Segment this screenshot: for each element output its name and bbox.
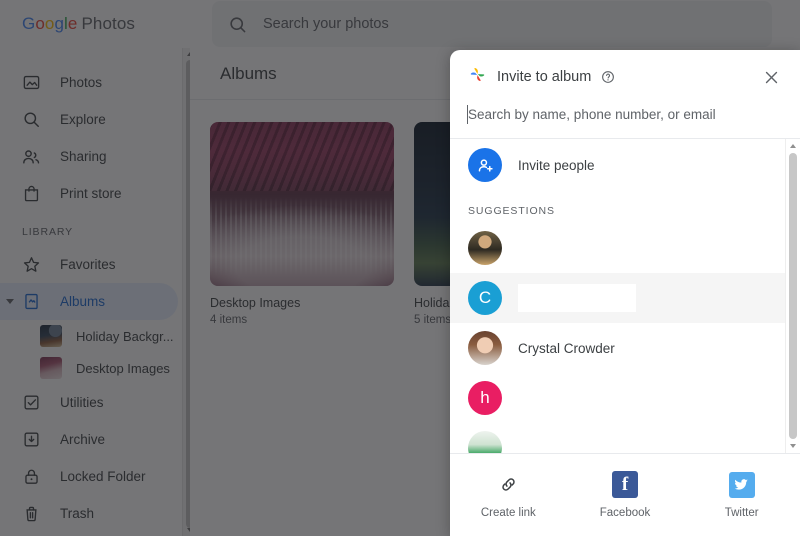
link-icon <box>495 472 521 498</box>
create-link-label: Create link <box>480 506 536 519</box>
dialog-title: Invite to album <box>497 69 592 85</box>
suggestion-row[interactable] <box>450 423 786 453</box>
twitter-share-button[interactable]: Twitter <box>683 471 800 519</box>
close-button[interactable] <box>758 64 784 90</box>
redacted-name <box>518 284 636 312</box>
person-add-icon <box>468 148 502 182</box>
redacted-name <box>518 234 636 262</box>
invite-people-label: Invite people <box>518 157 595 173</box>
scrollbar-thumb[interactable] <box>789 153 797 439</box>
suggestion-row[interactable]: Crystal Crowder <box>450 323 786 373</box>
scroll-down-arrow-icon[interactable] <box>786 439 800 453</box>
help-circle-icon[interactable] <box>601 70 615 84</box>
invite-people-row[interactable]: Invite people <box>450 139 786 191</box>
suggestions-heading: SUGGESTIONS <box>468 205 555 217</box>
avatar-initial: C <box>478 288 492 307</box>
suggestion-row[interactable] <box>450 223 786 273</box>
dialog-header: Invite to album <box>450 50 800 104</box>
recipient-search-placeholder: Search by name, phone number, or email <box>468 107 716 122</box>
suggestions-panel: Invite people SUGGESTIONS C Crystal Crow… <box>450 138 800 453</box>
invite-to-album-dialog: Invite to album Search by name, phone nu… <box>450 50 800 536</box>
avatar <box>468 331 502 365</box>
twitter-icon <box>728 471 755 498</box>
avatar <box>468 431 502 453</box>
twitter-label: Twitter <box>724 506 759 519</box>
facebook-share-button[interactable]: f Facebook <box>567 471 684 519</box>
avatar: C <box>468 281 502 315</box>
facebook-icon: f <box>612 471 638 498</box>
suggestions-list: Invite people SUGGESTIONS C Crystal Crow… <box>450 139 786 453</box>
share-options-bar: Create link f Facebook Twitter <box>450 453 800 536</box>
avatar <box>468 231 502 265</box>
suggestions-scrollbar[interactable] <box>785 139 800 453</box>
text-cursor <box>467 105 468 124</box>
create-link-button[interactable]: Create link <box>450 472 567 519</box>
avatar-initial: h <box>480 388 490 407</box>
scroll-up-arrow-icon[interactable] <box>786 139 800 153</box>
suggestion-name: Crystal Crowder <box>518 340 615 356</box>
redacted-name <box>518 384 636 412</box>
suggestion-row[interactable]: C <box>450 273 786 323</box>
google-photos-pinwheel-icon <box>468 65 487 89</box>
avatar: h <box>468 381 502 415</box>
redacted-name <box>518 434 636 453</box>
google-photos-app: GooglePhotos Search your photos Photos E… <box>0 0 800 536</box>
suggestion-row[interactable]: h <box>450 373 786 423</box>
recipient-search-field[interactable]: Search by name, phone number, or email <box>450 104 800 138</box>
facebook-label: Facebook <box>599 507 651 519</box>
